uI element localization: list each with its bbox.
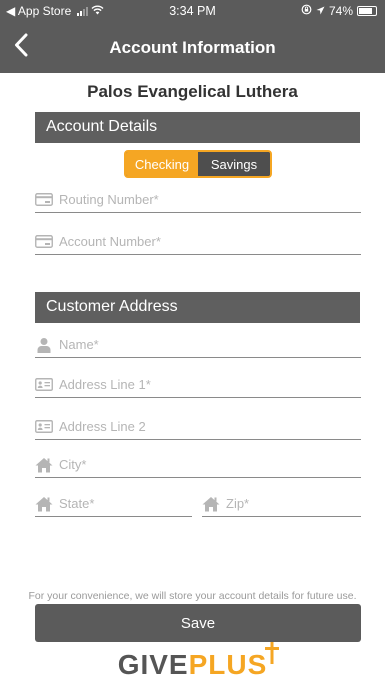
credit-card-icon: [35, 191, 53, 209]
logo-plus-text: PLUS: [188, 649, 268, 680]
page-title: Account Information: [109, 38, 276, 57]
address-line-1-field: [35, 372, 361, 398]
address-line-1-input[interactable]: [59, 377, 361, 392]
name-input[interactable]: [59, 337, 361, 352]
checking-option[interactable]: Checking: [126, 152, 198, 176]
status-right: 74%: [301, 4, 377, 18]
city-field: [35, 452, 361, 478]
nav-bar: Account Information: [0, 22, 385, 73]
battery-percent: 74%: [328, 4, 353, 18]
credit-card-icon: [35, 233, 53, 251]
person-icon: [35, 336, 53, 354]
location-arrow-icon: [316, 4, 325, 18]
orientation-lock-icon: [301, 4, 312, 18]
name-field: [35, 332, 361, 358]
account-details-header: Account Details: [35, 112, 360, 143]
cross-icon: [265, 639, 280, 671]
logo-give-text: GIVE: [117, 649, 189, 680]
savings-option[interactable]: Savings: [198, 152, 270, 176]
storage-note: For your convenience, we will store your…: [28, 590, 357, 602]
zip-field: [202, 491, 361, 517]
city-input[interactable]: [59, 457, 361, 472]
routing-number-input[interactable]: [59, 192, 361, 207]
account-number-input[interactable]: [59, 234, 361, 249]
state-input[interactable]: [59, 496, 192, 511]
account-number-field: [35, 229, 361, 255]
account-type-toggle: Checking Savings: [124, 150, 272, 178]
address-card-icon: [35, 376, 53, 394]
battery-icon: [357, 6, 377, 16]
home-icon: [35, 456, 53, 474]
organization-name: Palos Evangelical Luthera: [87, 82, 298, 101]
routing-number-field: [35, 187, 361, 213]
address-line-2-input[interactable]: [59, 419, 361, 434]
home-icon: [202, 495, 220, 513]
save-button[interactable]: Save: [35, 604, 361, 642]
giveplus-logo: GIVEPLUS: [0, 642, 385, 681]
address-card-icon: [35, 418, 53, 436]
zip-input[interactable]: [226, 496, 361, 511]
customer-address-header: Customer Address: [35, 292, 360, 323]
home-icon: [35, 495, 53, 513]
state-field: [35, 491, 192, 517]
status-bar: ◀ App Store 3:34 PM 74%: [0, 0, 385, 22]
address-line-2-field: [35, 414, 361, 440]
